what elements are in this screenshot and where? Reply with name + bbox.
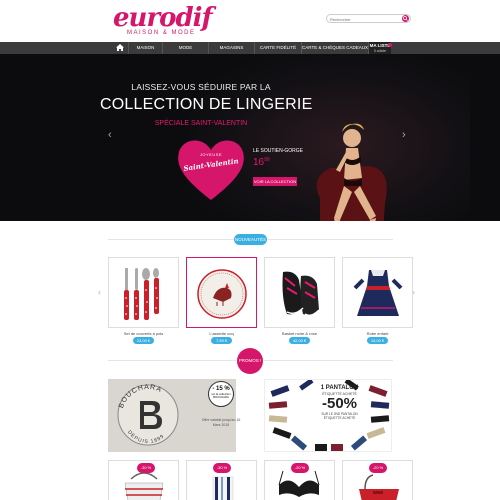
eurodif-logo[interactable]: eurodif MAISON & MODE	[113, 4, 213, 38]
hero-model-image	[316, 123, 387, 221]
divider-right	[267, 239, 393, 240]
heart-icon	[388, 43, 392, 47]
nav-item-mode[interactable]: MODE	[163, 42, 209, 54]
hero-prev-arrow[interactable]: ‹	[108, 130, 112, 141]
hero-banner[interactable]: ‹ › LAISSEZ-VOUS SÉDUIRE PAR LA COLLECTI…	[0, 54, 500, 221]
dress-image	[353, 270, 403, 316]
divider-right	[264, 360, 393, 361]
product-name[interactable]: Robe enfant	[342, 331, 413, 336]
hero-price-cents: 99	[264, 157, 270, 163]
nav-item-carte-cheques-cadeaux[interactable]: CARTE & CHÈQUES CADEAUX	[302, 42, 369, 54]
carousel-prev-arrow[interactable]: ‹	[98, 287, 101, 297]
hero-price: 1699	[253, 157, 270, 168]
hero-subheadline: SPÉCIALE SAINT-VALENTIN	[154, 120, 248, 127]
hero-headline: COLLECTION DE LINGERIE	[100, 96, 313, 113]
search-input[interactable]	[330, 16, 398, 22]
logo-tagline: MAISON & MODE	[127, 30, 196, 36]
bouchara-discount-badge: - 15 % sur la collection BOUCHARA	[208, 381, 234, 407]
hero-price-euros: 16	[253, 157, 265, 168]
search-button[interactable]	[402, 15, 409, 22]
hero-next-arrow[interactable]: ›	[402, 130, 406, 141]
view-collection-button[interactable]: VOIR LA COLLECTION	[253, 177, 297, 186]
search-icon	[403, 16, 408, 21]
pantalon-line4: ÉTIQUETTE ACHETÉ	[323, 416, 356, 420]
nav-item-carte-fidelite[interactable]: CARTE FIDÉLITÉ	[255, 42, 302, 54]
hero-line1: LAISSEZ-VOUS SÉDUIRE PAR LA	[131, 82, 271, 92]
discount-badge: -30 %	[137, 463, 155, 473]
discount-badge: -20 %	[291, 463, 309, 473]
new-items-badge: NOUVEAUTÉS	[234, 234, 267, 245]
pantalon-offer: 1 PANTALON ÉTIQUETTE ACHETÉ -50% SUR LE …	[317, 385, 362, 420]
product-card-cutlery[interactable]	[108, 257, 179, 328]
product-name[interactable]: L'assiette coq	[186, 331, 257, 336]
product-card-plate[interactable]	[186, 257, 257, 328]
nav-item-maison[interactable]: MAISON	[129, 42, 163, 54]
promo-badge: PROMOS !	[237, 348, 263, 374]
product-price: 7,99 €	[211, 337, 232, 344]
product-name[interactable]: Set de couverts à pois	[108, 331, 179, 336]
divider-left	[108, 360, 236, 361]
pantalon-discount: -50%	[321, 395, 358, 412]
plate-image	[197, 269, 247, 319]
home-icon	[116, 44, 124, 51]
discount-badge: -20 %	[369, 463, 387, 473]
logo-wordmark: eurodif	[113, 3, 213, 33]
site-header: eurodif MAISON & MODE	[0, 0, 500, 42]
bouchara-discount-sub: sur la collection BOUCHARA	[211, 392, 231, 399]
discount-badge: -30 %	[213, 463, 231, 473]
main-nav: MAISON MODE MAGASINS CARTE FIDÉLITÉ CART…	[0, 42, 500, 54]
product-price: 42,00 €	[289, 337, 310, 344]
search-box	[326, 14, 411, 23]
product-price: 19,00 €	[367, 337, 388, 344]
nav-item-magasins[interactable]: MAGASINS	[209, 42, 255, 54]
nav-home[interactable]	[111, 42, 129, 54]
pantalon-line1: 1 PANTALON	[320, 385, 359, 391]
divider-left	[108, 239, 234, 240]
product-card-dress[interactable]	[342, 257, 413, 328]
bouchara-offer-text: Offre valable jusqu'au 16 Mars 2015	[201, 418, 241, 427]
cutlery-image	[124, 268, 159, 320]
hero-product-label: LE SOUTIEN-GORGE	[253, 148, 304, 154]
product-name[interactable]: Basket noire & rose	[264, 331, 335, 336]
product-card-sneakers[interactable]	[264, 257, 335, 328]
sneaker-image	[282, 271, 320, 317]
product-price: 23,00 €	[133, 337, 154, 344]
